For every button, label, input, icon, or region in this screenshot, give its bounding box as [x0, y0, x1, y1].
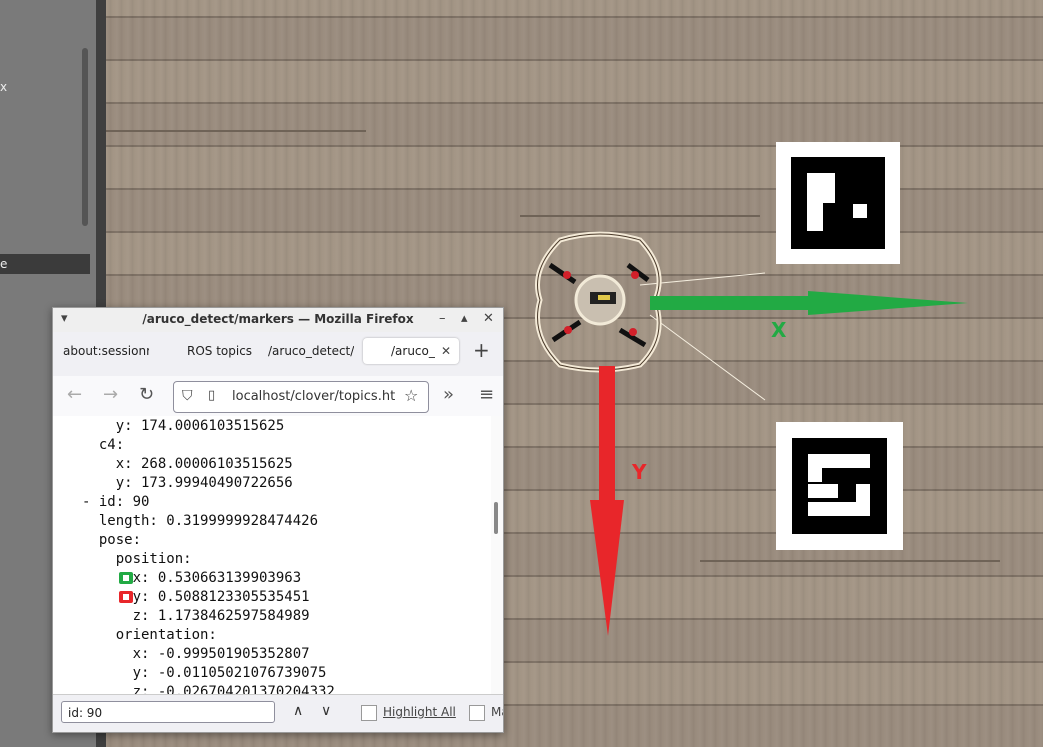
yaml-line: c4: — [82, 437, 125, 453]
match-case-label: Ma — [491, 705, 503, 719]
find-bar: id: 90 ∧ ∨ Highlight All Ma — [53, 694, 503, 732]
yaml-line: length: 0.3199999928474426 — [82, 513, 319, 529]
close-window-icon[interactable]: ✕ — [483, 311, 494, 326]
yaml-line: x: 268.00006103515625 — [82, 456, 293, 472]
close-tab-icon[interactable]: ✕ — [441, 338, 451, 364]
shield-icon[interactable]: ⛉ — [182, 388, 193, 404]
drone — [535, 231, 662, 373]
forward-icon[interactable]: → — [103, 384, 118, 405]
yaml-line: y: 0.5088123305535451 — [82, 589, 310, 605]
new-tab-icon[interactable]: + — [473, 338, 490, 362]
yaml-line: orientation: — [82, 627, 217, 643]
minimize-icon[interactable]: – — [439, 311, 446, 326]
y-axis-label: Y — [632, 460, 647, 484]
maximize-icon[interactable]: ▴ — [461, 311, 468, 326]
tab-aruco-detect[interactable]: /aruco_detect/ — [268, 338, 354, 364]
reload-icon[interactable]: ↻ — [139, 384, 154, 405]
yaml-line: z: -0.026704201370204332 — [82, 684, 335, 694]
yaml-line: y: -0.01105021076739075 — [82, 665, 327, 681]
match-case-checkbox[interactable] — [469, 705, 485, 721]
yaml-line: z: 1.1738462597584989 — [82, 608, 310, 624]
url-text: localhost/clover/topics.html — [232, 389, 396, 404]
yaml-line: pose: — [82, 532, 142, 548]
highlight-all-label: Highlight All — [383, 705, 456, 719]
x-axis-label: X — [771, 318, 787, 342]
page-icon: ▯ — [208, 388, 216, 403]
back-icon[interactable]: ← — [67, 384, 82, 405]
menu-icon[interactable]: ≡ — [479, 384, 494, 405]
find-next-icon[interactable]: ∨ — [321, 703, 331, 719]
tab-ros-topics[interactable]: ROS topics — [187, 338, 263, 364]
tab-strip: about:sessionr ROS topics /aruco_detect/… — [53, 332, 503, 368]
x-axis-arrow — [650, 291, 968, 315]
yaml-line: position: — [82, 551, 192, 567]
overflow-chevron-icon[interactable]: » — [443, 384, 454, 405]
find-previous-icon[interactable]: ∧ — [293, 703, 303, 719]
firefox-window: ▾ /aruco_detect/markers — Mozilla Firefo… — [52, 307, 504, 733]
yaml-line: x: 0.530663139903963 — [82, 570, 302, 586]
highlight-all-checkbox[interactable] — [361, 705, 377, 721]
y-axis-arrow — [590, 366, 624, 636]
url-bar[interactable]: ⛉ ▯ localhost/clover/topics.html ☆ — [173, 381, 429, 413]
scrollbar-thumb[interactable] — [494, 502, 498, 534]
window-titlebar[interactable]: ▾ /aruco_detect/markers — Mozilla Firefo… — [53, 308, 503, 332]
window-title: /aruco_detect/markers — Mozilla Firefox — [142, 312, 414, 326]
yaml-line: y: 174.0006103515625 — [82, 418, 285, 434]
tab-aruco-active[interactable]: /aruco_d ✕ — [363, 338, 459, 364]
yaml-line: y: 173.99940490722656 — [82, 475, 293, 491]
tab-session-restore[interactable]: about:sessionr — [63, 338, 149, 364]
content-scrollbar[interactable] — [491, 416, 503, 694]
find-input[interactable]: id: 90 — [61, 701, 275, 723]
tab-label: /aruco_d — [391, 344, 435, 358]
bookmark-star-icon[interactable]: ☆ — [404, 386, 418, 405]
yaml-line: - id: 90 — [82, 494, 150, 510]
page-content: y: 174.0006103515625 c4: x: 268.00006103… — [53, 416, 503, 694]
navigation-bar: ← → ↻ ⛉ ▯ localhost/clover/topics.html ☆… — [53, 376, 503, 416]
yaml-line: x: -0.999501905352807 — [82, 646, 310, 662]
